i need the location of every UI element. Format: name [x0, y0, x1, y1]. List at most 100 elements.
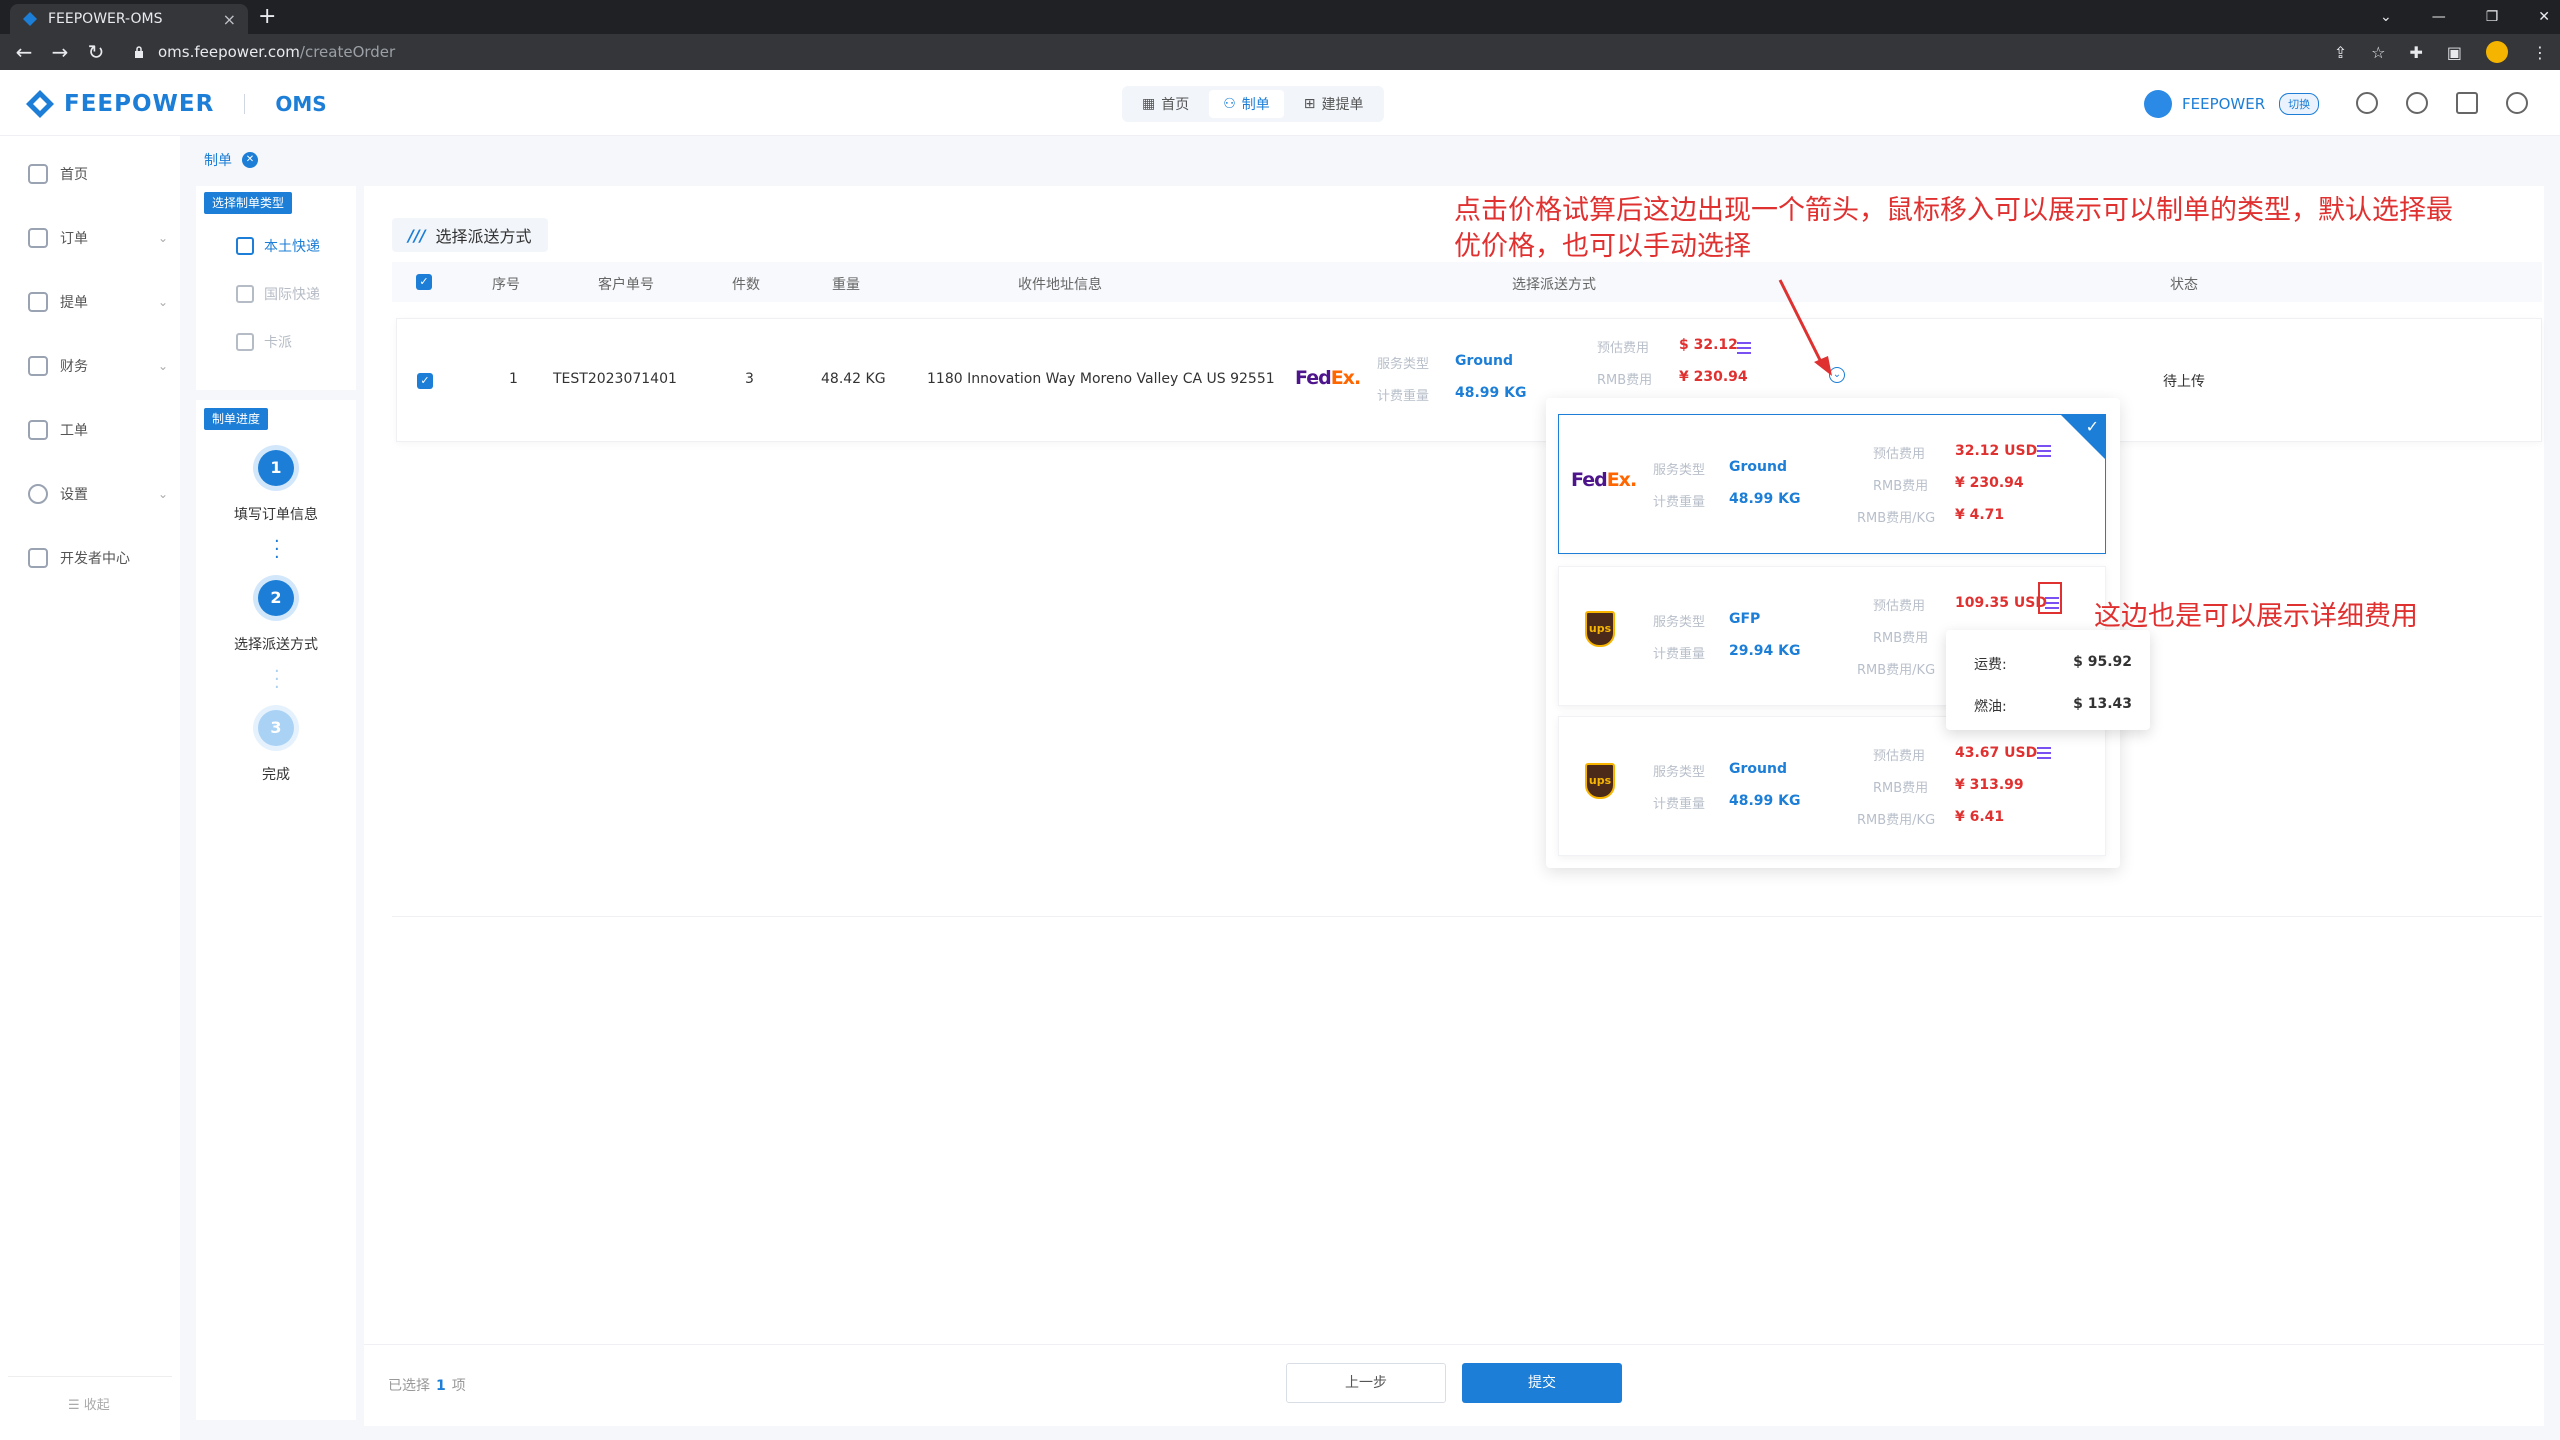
progress-badge: 制单进度 [204, 408, 269, 430]
account-icon[interactable] [2506, 92, 2528, 114]
row-rmb-fee: ¥ 230.94 [1679, 369, 1748, 385]
sidebar-item-settings[interactable]: 设置 ⌄ [28, 484, 168, 504]
nav-home[interactable]: ▦ 首页 [1128, 90, 1203, 118]
weight-label: 计费重量 [1653, 495, 1706, 510]
user-avatar-icon [2144, 90, 2172, 118]
back-icon[interactable]: ← [6, 40, 42, 64]
sidepanel-icon[interactable]: ▣ [2447, 43, 2462, 62]
calendar-icon[interactable] [2456, 92, 2478, 114]
tab-title: FEEPOWER-OMS [48, 11, 163, 27]
sidebar-item-label: 工单 [60, 423, 88, 439]
sidebar-item-home[interactable]: 首页 [28, 164, 168, 184]
close-window-icon[interactable]: ✕ [2538, 9, 2550, 25]
fee-detail-icon[interactable] [2037, 747, 2051, 759]
breadcrumb-tab[interactable]: 制单 [204, 150, 232, 170]
fee-detail-icon[interactable] [1737, 342, 1751, 354]
submit-button[interactable]: 提交 [1462, 1363, 1622, 1403]
col-index: 序号 [492, 277, 520, 293]
rmb-kg-label: RMB费用/KG [1857, 663, 1936, 678]
rmb-kg-value: ¥ 4.71 [1955, 507, 2005, 523]
ticket-icon [28, 420, 48, 440]
tab-search-icon[interactable]: ⌄ [2380, 9, 2392, 25]
row-checkbox[interactable]: ✓ [417, 373, 433, 389]
rmb-kg-label: RMB费用/KG [1857, 813, 1936, 828]
select-all-checkbox[interactable]: ✓ [416, 274, 432, 290]
reload-icon[interactable]: ↻ [78, 40, 114, 64]
row-billing-weight: 48.99 KG [1455, 385, 1527, 401]
row-service-label: 服务类型 [1377, 357, 1430, 372]
step-1-circle: 1 [258, 450, 294, 486]
url-host: oms.feepower.com [158, 43, 300, 61]
minimize-icon[interactable]: — [2432, 9, 2446, 25]
home-icon [28, 164, 48, 184]
user-name: FEEPOWER [2182, 95, 2266, 113]
option-card-ups-ground[interactable]: ups 服务类型 Ground 计费重量 48.99 KG 预估费用 43.67… [1558, 716, 2106, 856]
weight-label: 计费重量 [1653, 647, 1706, 662]
sidebar-item-label: 提单 [60, 295, 88, 311]
browser-tab[interactable]: FEEPOWER-OMS × [10, 4, 248, 34]
nav-create-order[interactable]: ⚇ 制单 [1209, 90, 1284, 118]
collapse-sidebar-button[interactable]: ☰ 收起 [68, 1394, 110, 1413]
close-tab-icon[interactable]: ✕ [242, 152, 258, 168]
ups-logo: ups [1585, 611, 1615, 647]
profile-avatar-icon[interactable] [2486, 41, 2508, 63]
order-type-badge: 选择制单类型 [204, 192, 293, 214]
user-doc-icon: ⚇ [1223, 96, 1236, 112]
user-box[interactable]: FEEPOWER 切换 [2144, 90, 2320, 118]
type-domestic-express[interactable]: 本土快递 [236, 236, 320, 256]
row-weight: 48.42 KG [821, 371, 886, 387]
logo-divider [244, 94, 246, 114]
message-icon[interactable] [2406, 92, 2428, 114]
section-title: /// 选择派送方式 [392, 218, 548, 252]
sidebar-item-developer[interactable]: 开发者中心 [28, 548, 168, 568]
est-label: 预估费用 [1873, 599, 1926, 614]
switch-account-button[interactable]: 切换 [2279, 93, 2320, 115]
sidebar-item-finance[interactable]: 财务 ⌄ [28, 356, 168, 376]
row-est-fee-label: 预估费用 [1597, 341, 1650, 356]
sidebar-item-tickets[interactable]: 工单 [28, 420, 168, 440]
forward-icon[interactable]: → [42, 40, 78, 64]
annotation-top-line1: 点击价格试算后这边出现一个箭头，鼠标移入可以展示可以制单的类型，默认选择最 [1454, 195, 2453, 226]
url-path: /createOrder [299, 43, 396, 61]
sidebar-item-label: 开发者中心 [60, 551, 130, 567]
grid-icon: ▦ [1142, 96, 1156, 112]
help-icon[interactable] [2356, 92, 2378, 114]
nav-create-bol[interactable]: ⊞ 建提单 [1290, 90, 1378, 118]
product-name: OMS [275, 92, 327, 116]
row-address: 1180 Innovation Way Moreno Valley CA US … [927, 371, 1275, 387]
logo[interactable]: FEEPOWER OMS [24, 88, 327, 120]
chevron-down-icon: ⌄ [157, 231, 168, 245]
rmb-value: ¥ 230.94 [1955, 475, 2024, 491]
row-est-fee: $ 32.12 [1679, 337, 1738, 353]
row-pieces: 3 [745, 371, 754, 387]
step-2-circle: 2 [258, 580, 294, 616]
row-service: Ground [1455, 353, 1513, 369]
sidebar-item-orders[interactable]: 订单 ⌄ [28, 228, 168, 248]
tab-close-icon[interactable]: × [223, 10, 236, 29]
share-icon[interactable]: ⇪ [2334, 43, 2347, 62]
browser-menu-icon[interactable]: ⋮ [2532, 43, 2548, 62]
type-truck[interactable]: 卡派 [236, 332, 292, 352]
developer-icon [28, 548, 48, 568]
type-international-express[interactable]: 国际快递 [236, 284, 320, 304]
url-field[interactable]: oms.feepower.com/createOrder [134, 43, 395, 61]
est-value: 43.67 USD [1955, 745, 2038, 761]
weight-value: 48.99 KG [1729, 793, 1801, 809]
truck-icon [236, 333, 254, 351]
option-card-fedex-ground[interactable]: ✓ FedEx. 服务类型 Ground 计费重量 48.99 KG 预估费用 … [1558, 414, 2106, 554]
nav-create-bol-label: 建提单 [1321, 97, 1364, 113]
extensions-puzzle-icon[interactable]: ✚ [2409, 43, 2422, 62]
sidebar-item-label: 订单 [60, 231, 88, 247]
new-tab-icon[interactable]: + [258, 4, 276, 29]
feepower-logo-icon [26, 90, 54, 118]
prev-step-button[interactable]: 上一步 [1286, 1363, 1446, 1403]
browser-tabbar: FEEPOWER-OMS × + ⌄ — ❐ ✕ [0, 0, 2560, 34]
col-pieces: 件数 [732, 277, 760, 293]
bookmark-star-icon[interactable]: ☆ [2371, 43, 2385, 62]
restore-icon[interactable]: ❐ [2486, 9, 2499, 25]
fee-detail-icon[interactable] [2037, 445, 2051, 457]
col-delivery: 选择派送方式 [1512, 277, 1596, 293]
freight-value: $ 95.92 [2073, 654, 2132, 670]
sidebar-item-bol[interactable]: 提单 ⌄ [28, 292, 168, 312]
lock-icon [135, 46, 143, 58]
